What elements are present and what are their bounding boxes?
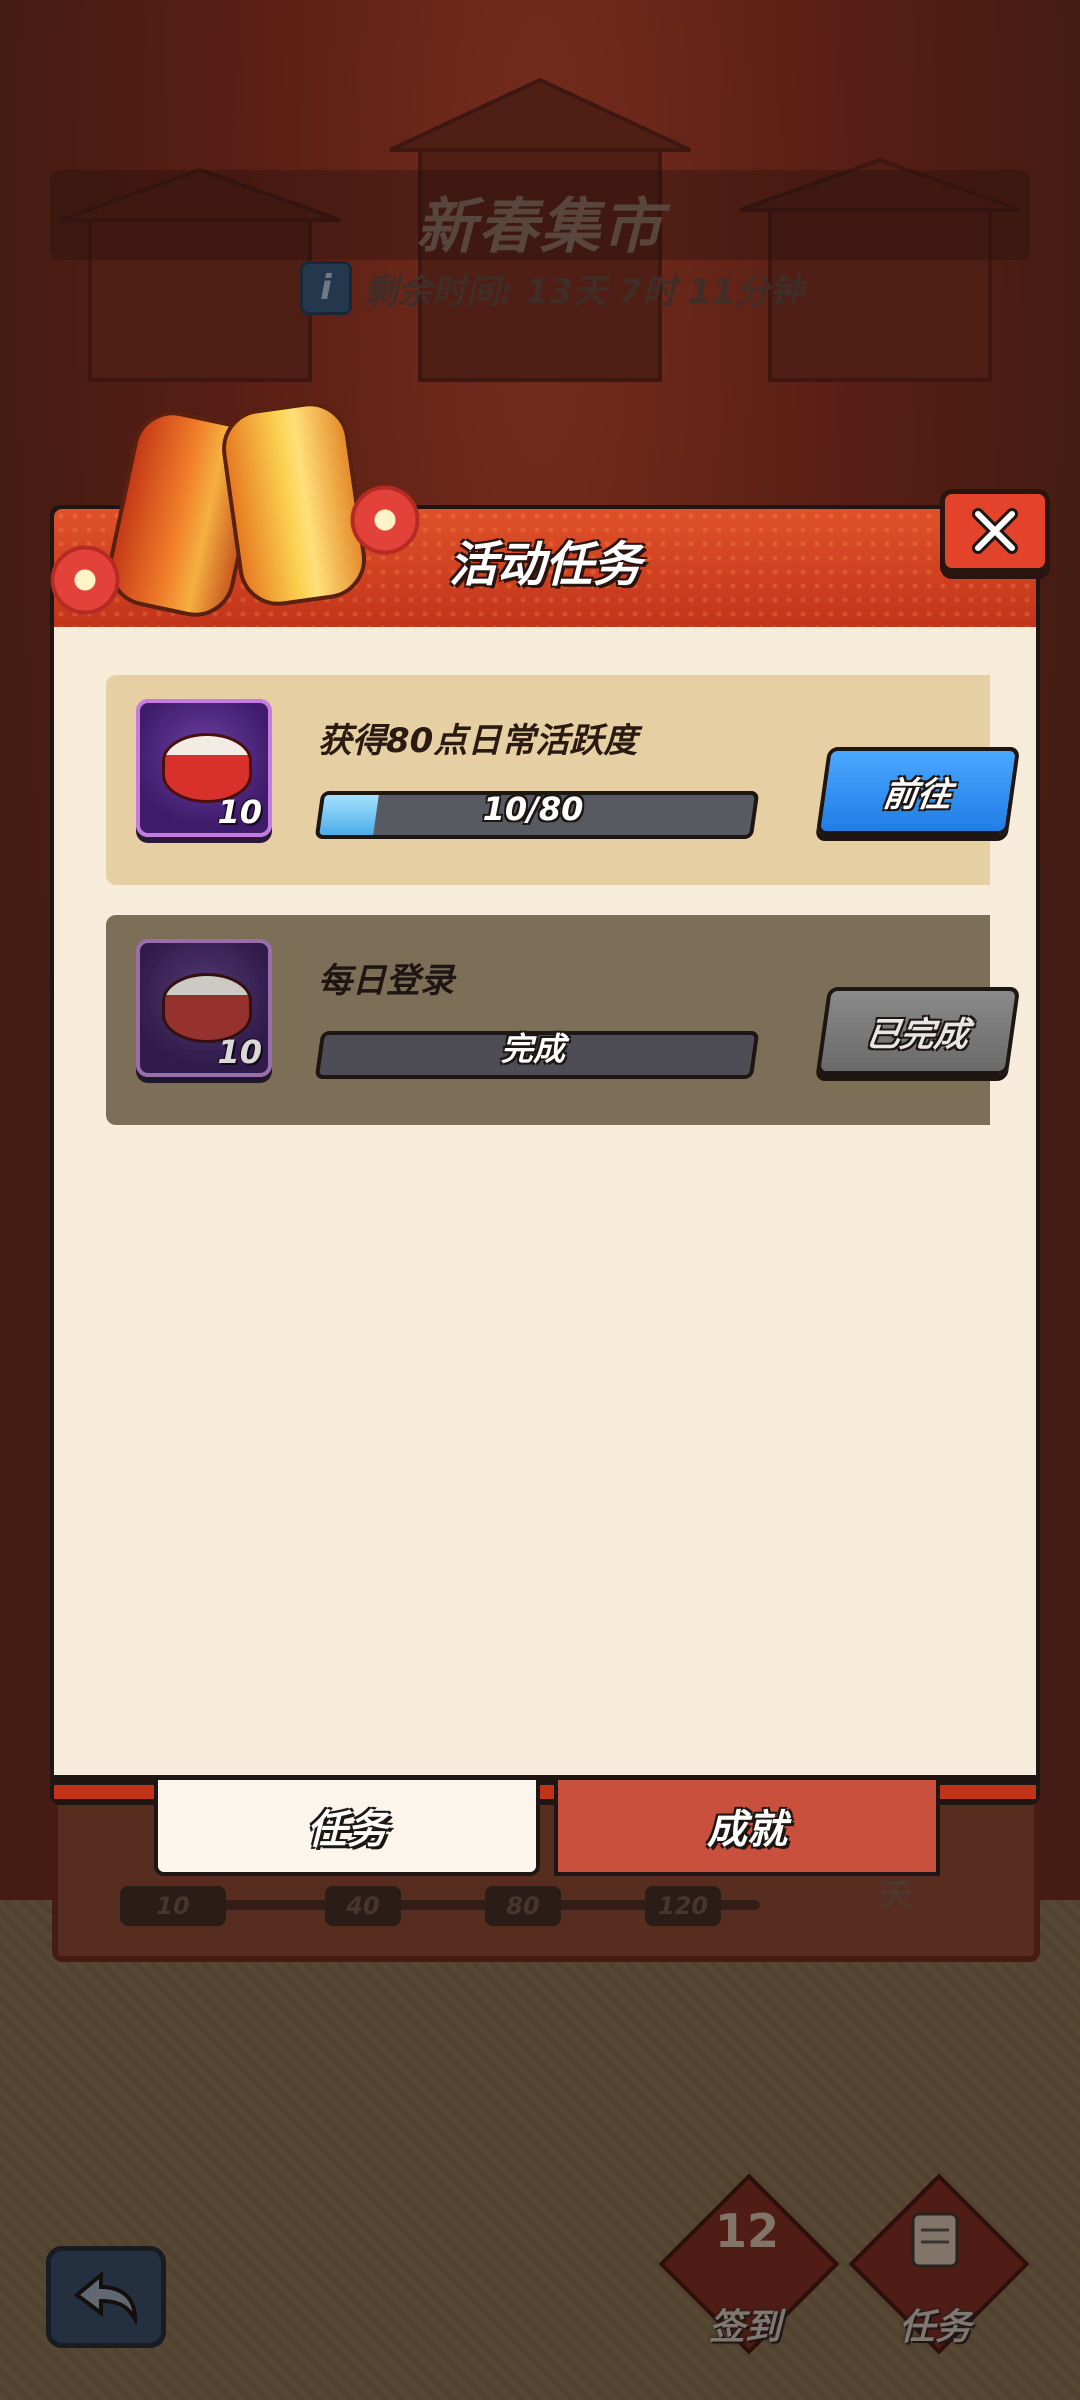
close-icon bbox=[972, 508, 1018, 554]
task-card: 10 获得80点日常活跃度 10/80 前往 bbox=[106, 675, 1021, 885]
activity-tasks-dialog: 活动任务 10 获得80点日常活跃度 10/80 前往 10 每日登录 完成 已… bbox=[50, 397, 1050, 1805]
dialog-title: 活动任务 bbox=[448, 537, 641, 593]
reward-item[interactable]: 10 bbox=[136, 699, 272, 837]
reward-item[interactable]: 10 bbox=[136, 939, 272, 1077]
tab-tasks[interactable]: 任务 bbox=[154, 1780, 540, 1876]
task-progress-text: 10/80 bbox=[482, 790, 584, 828]
reward-count: 10 bbox=[217, 793, 262, 831]
completed-button[interactable]: 已完成 bbox=[815, 987, 1021, 1075]
tab-achievements[interactable]: 成就 bbox=[554, 1780, 940, 1876]
dialog-body: 10 获得80点日常活跃度 10/80 前往 10 每日登录 完成 已完成 bbox=[54, 627, 1036, 1775]
task-name: 每日登录 bbox=[318, 961, 454, 1001]
reward-count: 10 bbox=[217, 1033, 262, 1071]
task-card: 10 每日登录 完成 已完成 bbox=[106, 915, 1021, 1125]
go-button[interactable]: 前往 bbox=[815, 747, 1021, 835]
close-button[interactable] bbox=[940, 489, 1050, 573]
task-progress-text: 完成 bbox=[500, 1030, 565, 1068]
task-name: 获得80点日常活跃度 bbox=[318, 721, 638, 761]
